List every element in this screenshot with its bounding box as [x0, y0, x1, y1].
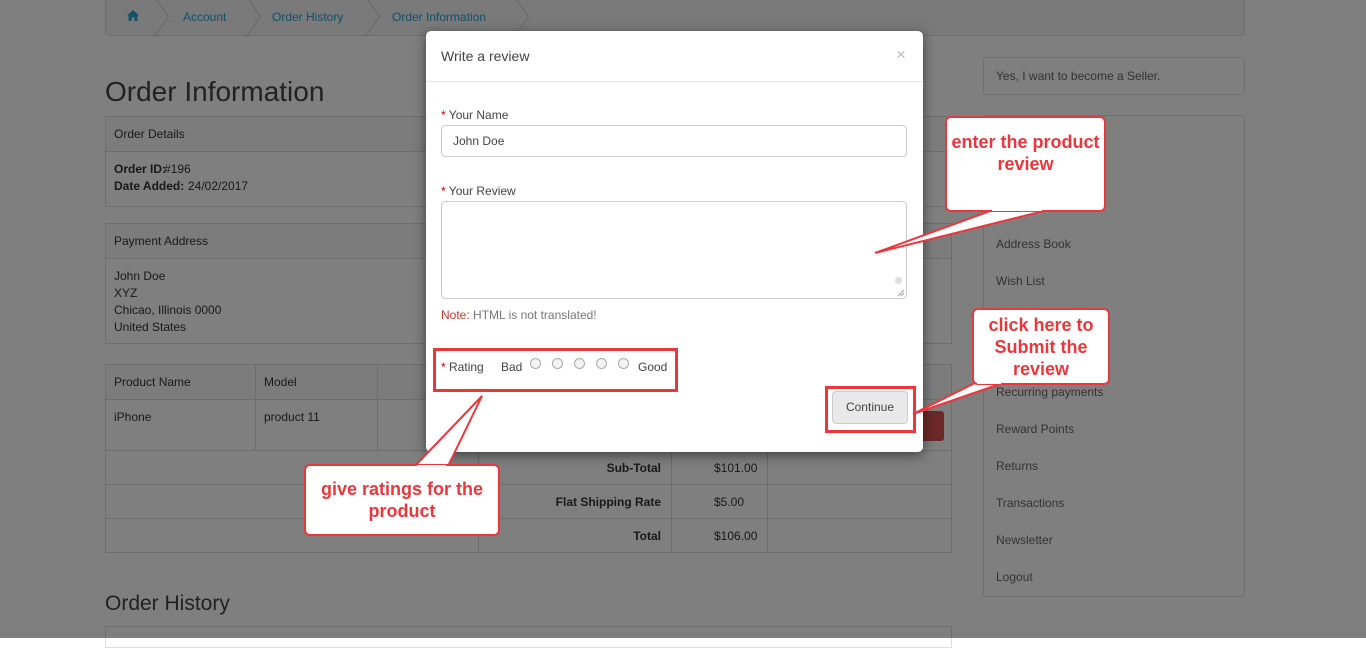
rating-callout: give ratings for the product	[304, 464, 500, 536]
review-callout: enter the product review	[945, 116, 1106, 212]
rating-callout-pointer	[412, 395, 483, 467]
pointer-seam	[977, 381, 1001, 384]
submit-callout-pointer	[912, 382, 1004, 415]
pointer-seam	[417, 465, 446, 468]
pointer-seam	[992, 208, 1042, 211]
submit-callout: click here to Submit the review	[972, 308, 1110, 385]
callout-pointers	[412, 210, 1045, 467]
review-callout-pointer	[874, 210, 1045, 254]
